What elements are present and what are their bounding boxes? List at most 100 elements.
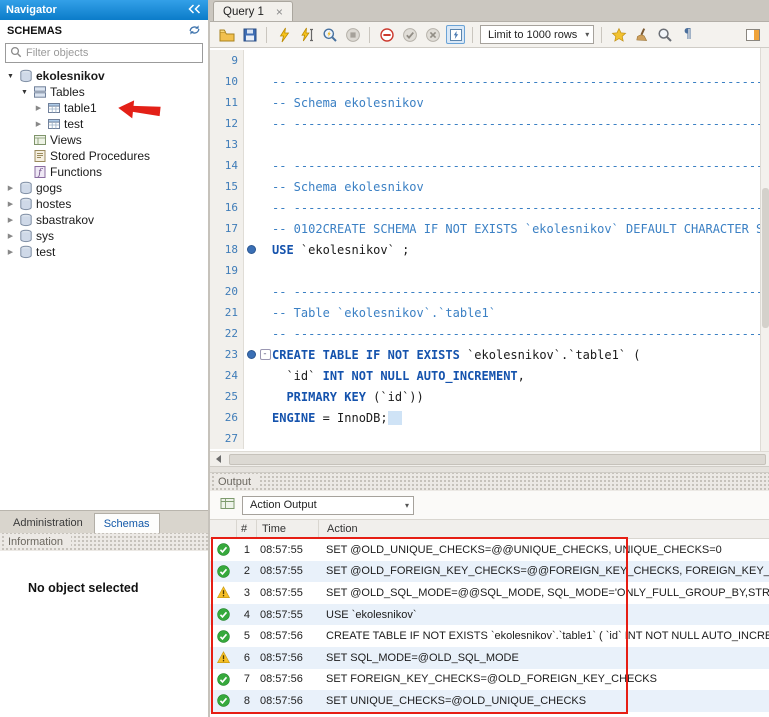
editor-line-19[interactable]: 19 [210, 260, 769, 281]
tables-icon [31, 85, 49, 99]
row-time: 08:57:56 [250, 652, 316, 664]
tree-collapsed-arrow-icon[interactable]: ▶ [4, 248, 17, 256]
stop-icon[interactable] [343, 25, 362, 44]
editor-line-14[interactable]: 14-- -----------------------------------… [210, 155, 769, 176]
line-number: 11 [210, 92, 244, 113]
autocommit-icon[interactable] [446, 25, 465, 44]
tree-item-stored-procedures[interactable]: Stored Procedures [0, 148, 208, 164]
filter-input[interactable] [26, 47, 198, 59]
tree-expanded-arrow-icon[interactable]: ▼ [4, 73, 17, 80]
explain-icon[interactable] [320, 25, 339, 44]
editor-line-16[interactable]: 16-- -----------------------------------… [210, 197, 769, 218]
line-number: 21 [210, 302, 244, 323]
editor-line-10[interactable]: 10-- -----------------------------------… [210, 71, 769, 92]
tree-item-ekolesnikov[interactable]: ▼ekolesnikov [0, 68, 208, 84]
save-snippet-icon[interactable] [609, 25, 628, 44]
output-row[interactable]: 808:57:56SET UNIQUE_CHECKS=@OLD_UNIQUE_C… [210, 690, 769, 712]
toggle-panel-icon[interactable] [743, 25, 762, 44]
tree-item-sys[interactable]: ▶sys [0, 228, 208, 244]
editor-line-23[interactable]: 23-CREATE TABLE IF NOT EXISTS `ekolesnik… [210, 344, 769, 365]
tree-item-sbastrakov[interactable]: ▶ sbastrakov [0, 212, 208, 228]
tree-item-hostes[interactable]: ▶hostes [0, 196, 208, 212]
tree-item-views[interactable]: Views [0, 132, 208, 148]
tree-item-test[interactable]: ▶test [0, 116, 208, 132]
tree-collapsed-arrow-icon[interactable]: ▶ [4, 232, 17, 240]
editor-line-20[interactable]: 20-- -----------------------------------… [210, 281, 769, 302]
collapse-panel-icon[interactable] [187, 4, 202, 17]
tree-expanded-arrow-icon[interactable]: ▼ [18, 89, 31, 96]
scrollbar-thumb[interactable] [229, 454, 766, 465]
tree-item-label: Stored Procedures [49, 149, 150, 163]
tree-item-functions[interactable]: fFunctions [0, 164, 208, 180]
open-script-icon[interactable] [217, 25, 236, 44]
line-number: 19 [210, 260, 244, 281]
tree-item-table1[interactable]: ▶table1 [0, 100, 208, 116]
output-row[interactable]: 708:57:56SET FOREIGN_KEY_CHECKS=@OLD_FOR… [210, 669, 769, 691]
tree-item-tables[interactable]: ▼Tables [0, 84, 208, 100]
navigator-titlebar: Navigator [0, 0, 208, 20]
execute-icon[interactable] [274, 25, 293, 44]
row-time: 08:57:56 [250, 630, 316, 642]
editor-line-21[interactable]: 21-- Table `ekolesnikov`.`table1` [210, 302, 769, 323]
sidebar-tab-schemas[interactable]: Schemas [94, 513, 160, 533]
editor-vertical-scrollbar[interactable] [760, 48, 769, 451]
find-icon[interactable] [655, 25, 674, 44]
tree-collapsed-arrow-icon[interactable]: ▶ [32, 104, 45, 112]
tree-item-test[interactable]: ▶test [0, 244, 208, 260]
row-action: SET FOREIGN_KEY_CHECKS=@OLD_FOREIGN_KEY_… [316, 673, 769, 685]
save-script-icon[interactable] [240, 25, 259, 44]
editor-line-22[interactable]: 22-- -----------------------------------… [210, 323, 769, 344]
success-icon [210, 543, 236, 556]
editor-line-11[interactable]: 11-- Schema ekolesnikov [210, 92, 769, 113]
execute-current-icon[interactable] [297, 25, 316, 44]
close-tab-icon[interactable]: × [276, 6, 283, 18]
procedures-icon [31, 149, 49, 163]
editor-line-27[interactable]: 27 [210, 428, 769, 449]
warning-icon [210, 651, 236, 664]
tree-item-label: Views [49, 133, 82, 147]
tree-collapsed-arrow-icon[interactable]: ▶ [4, 184, 17, 192]
row-action: USE `ekolesnikov` [316, 609, 769, 621]
editor-line-24[interactable]: 24 `id` INT NOT NULL AUTO_INCREMENT, [210, 365, 769, 386]
scroll-left-button[interactable] [210, 452, 226, 466]
editor-line-18[interactable]: 18USE `ekolesnikov` ; [210, 239, 769, 260]
output-row[interactable]: 308:57:55SET @OLD_SQL_MODE=@@SQL_MODE, S… [210, 582, 769, 604]
sidebar-tab-administration[interactable]: Administration [4, 513, 92, 533]
scrollbar-thumb[interactable] [762, 188, 769, 328]
editor-line-26[interactable]: 26ENGINE = InnoDB; [210, 407, 769, 428]
editor-line-25[interactable]: 25 PRIMARY KEY (`id`)) [210, 386, 769, 407]
editor-line-13[interactable]: 13 [210, 134, 769, 155]
fold-collapse-icon[interactable]: - [258, 349, 272, 360]
row-index: 4 [236, 609, 250, 621]
output-row[interactable]: 208:57:55SET @OLD_FOREIGN_KEY_CHECKS=@@F… [210, 561, 769, 583]
beautify-icon[interactable] [632, 25, 651, 44]
tab-query-1[interactable]: Query 1 × [213, 1, 293, 21]
sql-editor[interactable]: 910-- ----------------------------------… [210, 48, 769, 451]
row-time: 08:57:56 [250, 673, 316, 685]
output-row[interactable]: 608:57:56SET SQL_MODE=@OLD_SQL_MODE [210, 647, 769, 669]
tree-collapsed-arrow-icon[interactable]: ▶ [32, 120, 45, 128]
commit-icon[interactable] [400, 25, 419, 44]
tree-item-label: sbastrakov [35, 213, 94, 227]
editor-line-12[interactable]: 12-- -----------------------------------… [210, 113, 769, 134]
output-row[interactable]: 408:57:55USE `ekolesnikov` [210, 604, 769, 626]
output-row[interactable]: 508:57:56CREATE TABLE IF NOT EXISTS `eko… [210, 625, 769, 647]
panel-splitter[interactable] [210, 466, 769, 473]
output-row[interactable]: 108:57:55SET @OLD_UNIQUE_CHECKS=@@UNIQUE… [210, 539, 769, 561]
editor-horizontal-scrollbar[interactable] [210, 451, 769, 466]
limit-rows-select[interactable]: Limit to 1000 rows▾ [480, 25, 594, 44]
tree-collapsed-arrow-icon[interactable]: ▶ [4, 200, 17, 208]
schema-tree: ▼ekolesnikov▼Tables▶table1▶testViewsStor… [0, 66, 208, 260]
output-view-select[interactable]: Action Output ▾ [242, 496, 414, 515]
stop-on-error-icon[interactable] [377, 25, 396, 44]
editor-line-9[interactable]: 9 [210, 50, 769, 71]
tree-item-gogs[interactable]: ▶gogs [0, 180, 208, 196]
schemas-section-header: SCHEMAS [0, 20, 208, 42]
rollback-icon[interactable] [423, 25, 442, 44]
refresh-schemas-icon[interactable] [188, 24, 201, 39]
tree-collapsed-arrow-icon[interactable]: ▶ [4, 216, 17, 224]
invisibles-icon[interactable]: ¶ [678, 25, 697, 44]
editor-line-17[interactable]: 17-- 0102CREATE SCHEMA IF NOT EXISTS `ek… [210, 218, 769, 239]
editor-line-15[interactable]: 15-- Schema ekolesnikov [210, 176, 769, 197]
line-number: 14 [210, 155, 244, 176]
